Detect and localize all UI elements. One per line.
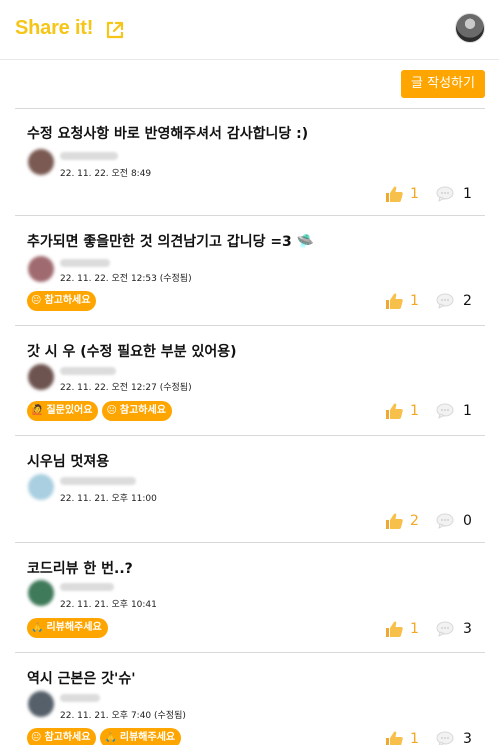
thumbs-up-icon[interactable] (384, 292, 404, 310)
tag-reference[interactable]: 😐 참고하세요 (27, 728, 97, 745)
author-name-blurred (60, 259, 110, 267)
tag-label: 참고하세요 (119, 405, 166, 416)
post-title[interactable]: 추가되면 좋을만한 것 의견남기고 갑니당 =3 🛸 (27, 231, 314, 251)
post-date: 22. 11. 21. 오후 10:41 (60, 600, 157, 610)
comment-count: 2 (463, 293, 472, 309)
post-date: 22. 11. 21. 오후 11:00 (60, 494, 157, 504)
thumbs-up-icon[interactable] (384, 620, 404, 638)
author-avatar (28, 474, 54, 500)
author-avatar (28, 580, 54, 606)
app-header: Share it! (0, 0, 499, 60)
post-date: 22. 11. 22. 오전 8:49 (60, 169, 152, 179)
post-stats: 1 3 (384, 620, 473, 638)
tag-reference[interactable]: 😐 참고하세요 (27, 291, 97, 311)
post-date: 22. 11. 21. 오후 7:40 (수정됨) (60, 711, 186, 721)
post-date: 22. 11. 22. 오전 12:53 (수정됨) (60, 274, 192, 284)
author-avatar (28, 691, 54, 717)
post-stats: 2 0 (384, 512, 473, 530)
tag-label: 리뷰해주세요 (46, 622, 102, 633)
user-avatar[interactable] (455, 13, 485, 43)
comment-count: 1 (463, 403, 472, 419)
thumbs-up-icon[interactable] (384, 730, 404, 745)
author-avatar (28, 149, 54, 175)
comment-icon[interactable] (436, 621, 454, 637)
post-stats: 1 3 (384, 730, 473, 745)
post-tags: 😐 참고하세요 🙏 리뷰해주세요 (27, 728, 182, 745)
tag-label: 참고하세요 (44, 295, 91, 306)
tag-emoji: 🙋 (31, 405, 44, 416)
post-tags: 🙏 리뷰해주세요 (27, 618, 108, 638)
post-item[interactable]: 갓 시 우 (수정 필요한 부분 있어용) 22. 11. 22. 오전 12:… (15, 327, 485, 436)
like-count: 1 (410, 731, 419, 745)
tag-label: 참고하세요 (44, 732, 91, 743)
like-count: 1 (410, 621, 419, 637)
post-title[interactable]: 역시 근본은 갓'슈' (27, 668, 135, 688)
comment-icon[interactable] (436, 513, 454, 529)
author-name-blurred (60, 367, 116, 375)
post-title[interactable]: 갓 시 우 (수정 필요한 부분 있어용) (27, 341, 236, 361)
tag-question[interactable]: 🙋 질문있어요 (27, 401, 99, 421)
like-count: 1 (410, 186, 419, 202)
post-title[interactable]: 코드리뷰 한 번..? (27, 558, 133, 578)
tag-emoji: 😐 (31, 295, 42, 306)
post-date: 22. 11. 22. 오전 12:27 (수정됨) (60, 383, 192, 393)
author-name-blurred (60, 583, 114, 591)
post-stats: 1 1 (384, 402, 473, 420)
thumbs-up-icon[interactable] (384, 185, 404, 203)
author-name-blurred (60, 477, 136, 485)
comment-icon[interactable] (436, 293, 454, 309)
tag-review-request[interactable]: 🙏 리뷰해주세요 (100, 728, 182, 745)
thumbs-up-icon[interactable] (384, 512, 404, 530)
post-item[interactable]: 코드리뷰 한 번..? 22. 11. 21. 오후 10:41 🙏 리뷰해주세요… (15, 544, 485, 653)
tag-emoji: 🙏 (104, 732, 117, 743)
tag-emoji: 😐 (106, 405, 117, 416)
tag-emoji: 😐 (31, 732, 42, 743)
tag-reference[interactable]: 😐 참고하세요 (102, 401, 172, 421)
post-title[interactable]: 수정 요청사항 바로 반영해주셔서 감사합니당 :) (27, 123, 308, 143)
comment-count: 3 (463, 621, 472, 637)
post-stats: 1 2 (384, 292, 473, 310)
post-title[interactable]: 시우님 멋져용 (27, 451, 109, 471)
comment-icon[interactable] (436, 186, 454, 202)
like-count: 2 (410, 513, 419, 529)
author-avatar (28, 364, 54, 390)
comment-count: 1 (463, 186, 472, 202)
post-tags: 😐 참고하세요 (27, 291, 97, 311)
post-stats: 1 1 (384, 185, 473, 203)
external-link-icon[interactable] (105, 20, 125, 40)
comment-count: 0 (463, 513, 472, 529)
comment-icon[interactable] (436, 731, 454, 745)
post-item[interactable]: 추가되면 좋을만한 것 의견남기고 갑니당 =3 🛸 22. 11. 22. 오… (15, 217, 485, 326)
tag-emoji: 🙏 (31, 622, 44, 633)
post-item[interactable]: 역시 근본은 갓'슈' 22. 11. 21. 오후 7:40 (수정됨) 😐 참… (15, 654, 485, 745)
thumbs-up-icon[interactable] (384, 402, 404, 420)
comment-icon[interactable] (436, 403, 454, 419)
tag-label: 질문있어요 (46, 405, 93, 416)
post-tags: 🙋 질문있어요 😐 참고하세요 (27, 401, 172, 421)
write-post-button[interactable]: 글 작성하기 (401, 70, 485, 98)
tag-label: 리뷰해주세요 (119, 732, 176, 743)
like-count: 1 (410, 293, 419, 309)
like-count: 1 (410, 403, 419, 419)
post-item[interactable]: 수정 요청사항 바로 반영해주셔서 감사합니당 :) 22. 11. 22. 오… (15, 109, 485, 216)
author-name-blurred (60, 694, 100, 702)
app-logo[interactable]: Share it! (15, 17, 93, 40)
author-name-blurred (60, 152, 118, 160)
comment-count: 3 (463, 731, 472, 745)
post-item[interactable]: 시우님 멋져용 22. 11. 21. 오후 11:00 2 0 (15, 437, 485, 543)
tag-review-request[interactable]: 🙏 리뷰해주세요 (27, 618, 108, 638)
author-avatar (28, 256, 54, 282)
